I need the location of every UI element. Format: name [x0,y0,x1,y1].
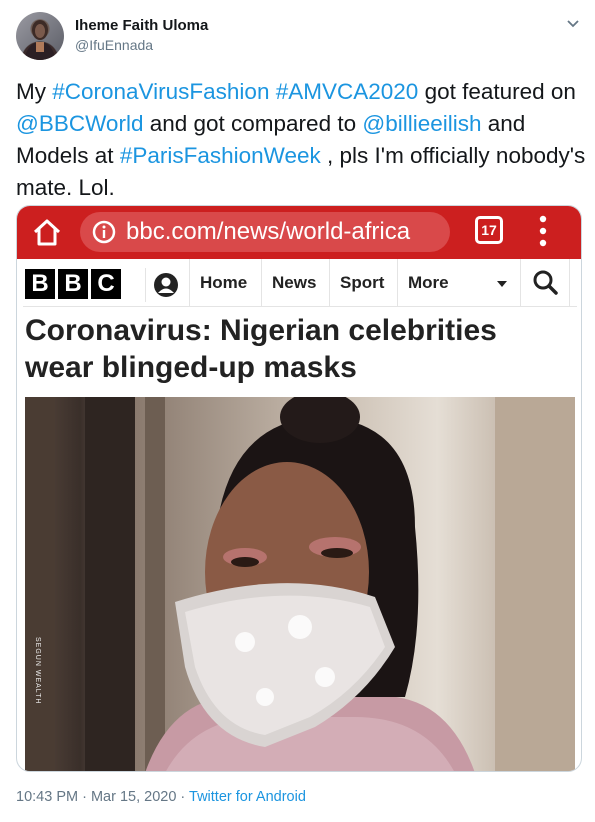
search-icon [520,259,570,307]
info-icon [92,220,116,244]
tweet-text-segment: got featured on [418,79,576,104]
bbc-nav: B B C Home News Sport More [23,259,577,307]
nav-sport: Sport [329,259,397,307]
more-vert-icon [537,214,549,248]
caret-down-icon [497,281,507,287]
timestamp[interactable]: 10:43 PM · Mar 15, 2020 · [16,789,189,805]
url-box: bbc.com/news/world-africa [80,212,450,252]
article-photo: SEGUN WEALTH [25,397,575,771]
bbc-logo-letter: C [91,269,121,299]
user-handle[interactable]: @IfuEnnada [75,37,153,53]
tweet-link[interactable]: #CoronaVirusFashion [52,79,269,104]
caret-down-icon[interactable] [564,14,582,32]
source-app-link[interactable]: Twitter for Android [189,789,306,805]
tweet-text-segment: My [16,79,53,104]
account-icon [145,268,179,302]
tweet-header: Iheme Faith Uloma @IfuEnnada [16,12,582,60]
portrait-image [25,397,575,771]
bbc-logo: B B C [25,269,121,299]
url-text: bbc.com/news/world-africa [126,218,411,245]
tweet-text-segment: and got compared to [143,111,363,136]
bbc-logo-letter: B [58,269,88,299]
tweet-link[interactable]: #AMVCA2020 [276,79,419,104]
tweet-text: My #CoronaVirusFashion #AMVCA2020 got fe… [16,76,586,204]
tweet-link[interactable]: #ParisFashionWeek [120,143,321,168]
browser-address-bar: bbc.com/news/world-africa 17 [17,206,581,259]
tweet-link[interactable]: @billieeilish [362,111,481,136]
avatar[interactable] [16,12,64,60]
tweet-link[interactable]: @BBCWorld [16,111,143,136]
photo-credit: SEGUN WEALTH [34,637,41,705]
article-headline: Coronavirus: Nigerian celebrities wear b… [25,314,497,384]
user-name[interactable]: Iheme Faith Uloma [75,17,208,34]
tweet-media[interactable]: bbc.com/news/world-africa 17 B B C Home … [16,205,582,772]
home-icon [31,217,63,247]
nav-home: Home [189,259,261,307]
tabs-icon: 17 [475,216,503,244]
nav-news: News [261,259,329,307]
tweet-footer: 10:43 PM · Mar 15, 2020 · Twitter for An… [16,789,306,805]
bbc-logo-letter: B [25,269,55,299]
